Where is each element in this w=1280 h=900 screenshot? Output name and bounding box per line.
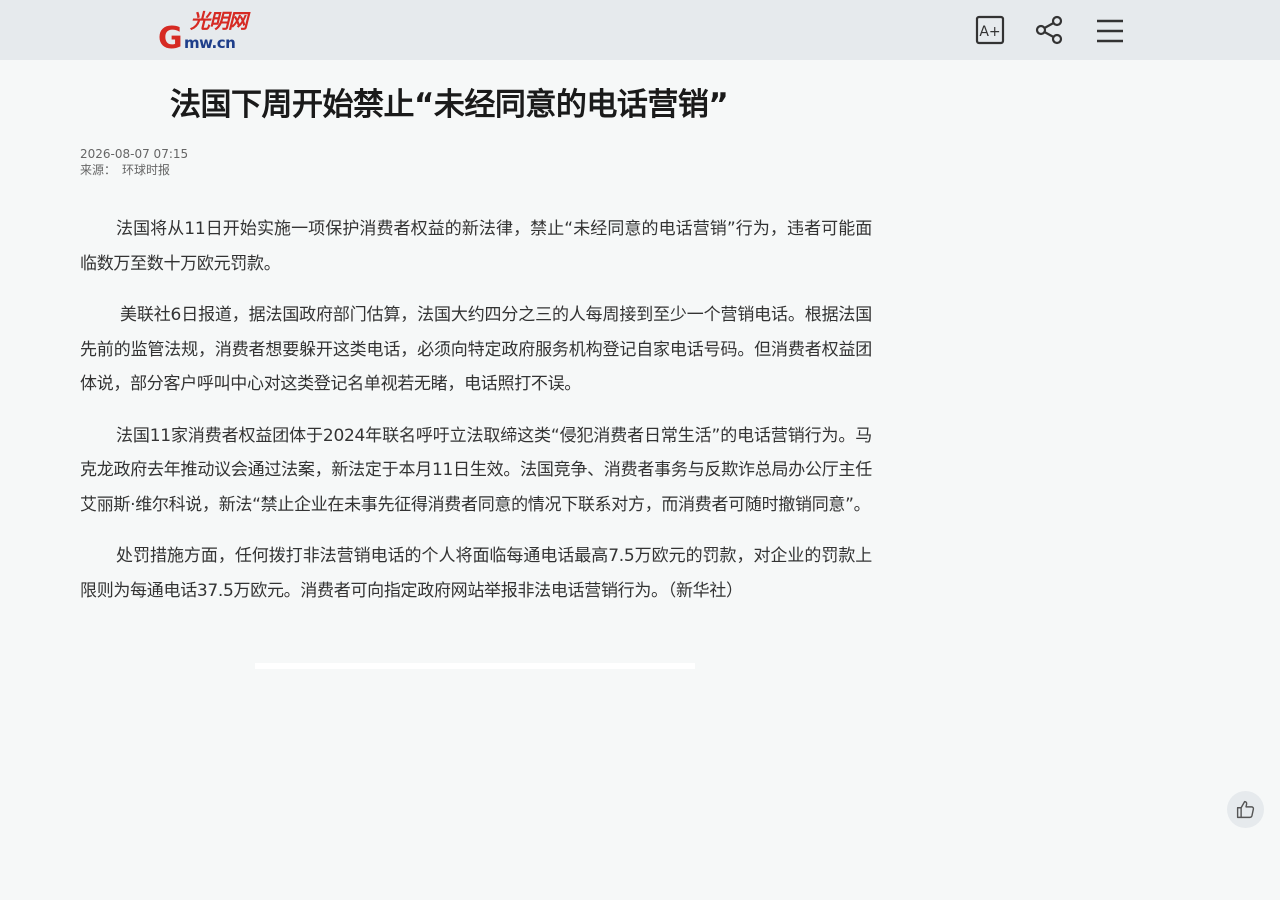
font-size-icon-label: A+ <box>979 24 1000 40</box>
share-icon <box>1033 14 1065 46</box>
article-paragraph: 法国将从11日开始实施一项保护消费者权益的新法律，禁止“未经同意的电话营销”行为… <box>80 219 872 274</box>
font-size-increase-icon: A+ <box>974 14 1006 46</box>
share-button[interactable] <box>1033 14 1065 46</box>
like-button[interactable] <box>1227 791 1264 828</box>
content-divider <box>255 663 695 669</box>
article-paragraph: 美联社6日报道，据法国政府部门估算，法国大约四分之三的人每周接到至少一个营销电话… <box>80 305 872 394</box>
menu-icon <box>1094 14 1126 46</box>
article-paragraph: 处罚措施方面，任何拨打非法营销电话的个人将面临每通电话最高7.5万欧元的罚款，对… <box>80 546 872 601</box>
source-label: 来源： <box>80 163 117 177</box>
logo-domain-text: mw.cn <box>184 34 236 52</box>
menu-button[interactable] <box>1094 14 1126 46</box>
article-source: 来源： 环球时报 <box>80 162 188 178</box>
logo-script-text: 光明网 <box>190 9 248 33</box>
top-bar: G 光明网 mw.cn A+ <box>0 0 1280 60</box>
article-paragraph: 法国11家消费者权益团体于2024年联名呼吁立法取缔这类“侵犯消费者日常生活”的… <box>80 425 872 515</box>
publish-date: 2026-08-07 07:15 <box>80 147 189 161</box>
article-title: 法国下周开始禁止“未经同意的电话营销” <box>170 87 729 123</box>
logo-letter: G <box>158 21 183 56</box>
article-meta: 2026-08-07 07:15 来源： 环球时报 <box>80 146 188 178</box>
font-size-button[interactable]: A+ <box>974 14 1006 46</box>
article-body: 法国将从11日开始实施一项保护消费者权益的新法律，禁止“未经同意的电话营销”行为… <box>80 212 872 625</box>
site-logo[interactable]: G 光明网 mw.cn <box>158 10 268 54</box>
source-name: 环球时报 <box>122 163 171 177</box>
